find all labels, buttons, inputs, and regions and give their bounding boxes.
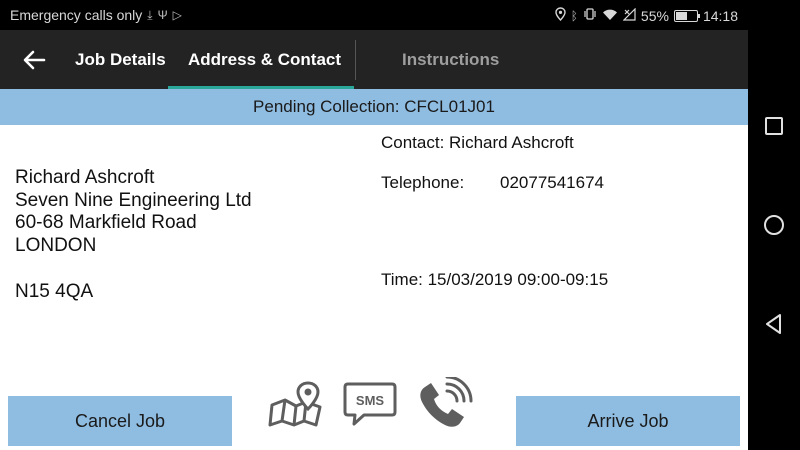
home-icon [764, 215, 784, 235]
system-back-button[interactable] [762, 312, 786, 336]
back-arrow-button[interactable] [18, 44, 50, 76]
play-store-icon: ▷ [172, 8, 182, 22]
arrow-left-icon [23, 50, 46, 70]
back-icon [766, 314, 781, 334]
call-button[interactable] [415, 375, 475, 433]
telephone-number[interactable]: 02077541674 [500, 173, 604, 193]
telephone-label: Telephone: [381, 173, 465, 192]
map-icon [268, 381, 322, 427]
battery-percent: 55% [640, 7, 669, 24]
sms-icon-label: SMS [356, 393, 385, 408]
address-line: Richard Ashcroft [15, 167, 155, 188]
wifi-icon [602, 8, 618, 24]
tab-divider [355, 40, 356, 80]
tab-job-details[interactable]: Job Details [75, 30, 166, 89]
address-line: 60-68 Markfield Road [15, 212, 197, 233]
main-content: Richard Ashcroft Seven Nine Engineering … [0, 125, 748, 450]
bluetooth-icon: ᛒ [570, 8, 578, 23]
carrier-text: Emergency calls only [10, 7, 143, 23]
collection-time: Time: 15/03/2019 09:00-09:15 [381, 270, 609, 289]
download-icon: ⤓ [147, 8, 153, 22]
tab-instructions[interactable]: Instructions [402, 30, 499, 89]
home-button[interactable] [762, 213, 786, 237]
vibrate-icon [583, 7, 597, 24]
battery-icon [673, 9, 700, 22]
sms-button[interactable]: SMS [342, 380, 398, 428]
address-line: LONDON [15, 234, 97, 256]
status-bar: Emergency calls only ⤓ Ψ ▷ ᛒ 55% 14:18 [0, 0, 800, 30]
usb-icon: Ψ [157, 8, 168, 22]
cancel-job-button[interactable]: Cancel Job [8, 396, 232, 446]
system-nav-bar [748, 30, 800, 450]
status-bar-right: ᛒ 55% 14:18 [555, 7, 738, 24]
map-button[interactable] [268, 381, 324, 429]
app-bar: Job Details Address & Contact Instructio… [0, 30, 748, 89]
battery-fill [675, 11, 687, 20]
phone-call-icon [420, 375, 473, 427]
no-signal-icon [622, 7, 636, 24]
status-bar-left: Emergency calls only ⤓ Ψ ▷ [10, 7, 182, 23]
clock: 14:18 [702, 7, 738, 24]
status-band: Pending Collection: CFCL01J01 [0, 89, 748, 125]
recents-icon [765, 117, 783, 135]
arrive-job-button[interactable]: Arrive Job [516, 396, 740, 446]
sms-icon: SMS [343, 382, 397, 426]
address-block: Richard Ashcroft Seven Nine Engineering … [15, 167, 252, 257]
tab-address-contact[interactable]: Address & Contact [188, 30, 341, 89]
address-line: Seven Nine Engineering Ltd [15, 189, 252, 211]
recents-button[interactable] [762, 114, 786, 138]
location-icon [555, 7, 566, 24]
postcode: N15 4QA [15, 281, 94, 302]
contact-name: Contact: Richard Ashcroft [381, 133, 574, 152]
